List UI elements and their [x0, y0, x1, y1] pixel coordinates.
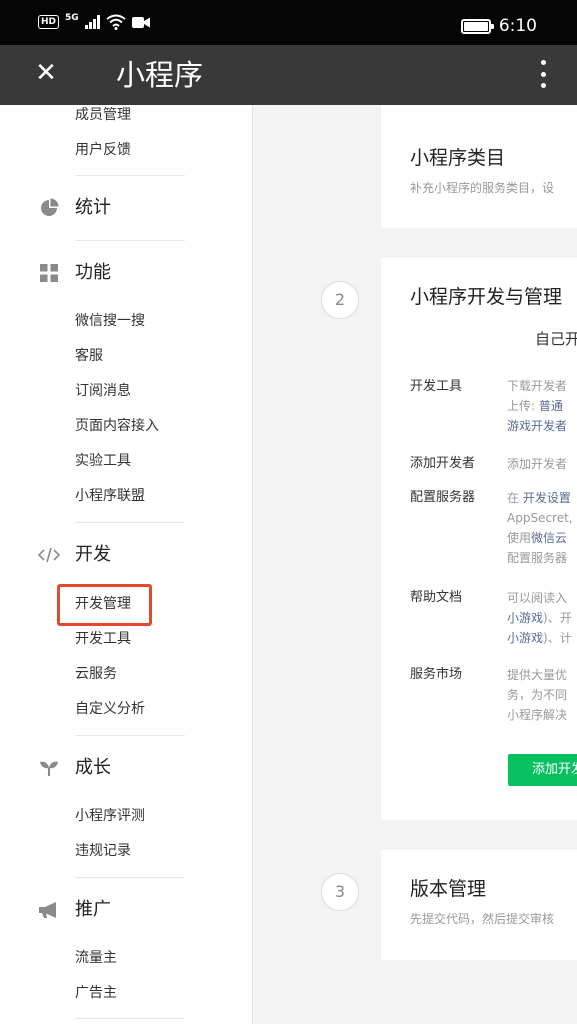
card-title: 版本管理 — [410, 878, 487, 900]
row-desc: 下载开发者 上传: 普通 游戏开发者 — [507, 378, 567, 434]
sidebar-item-dev-tools[interactable]: 开发工具 — [75, 629, 131, 649]
divider — [75, 175, 185, 176]
desc-line: 上传: 普通 — [507, 399, 563, 413]
desc-line: 小程序解决 — [507, 708, 568, 722]
step-badge: 3 — [321, 873, 359, 911]
signal-icon — [84, 15, 100, 29]
highlight-box — [57, 584, 152, 626]
divider — [75, 522, 185, 523]
row-desc: 提供大量优 务，为不同 小程序解决 — [507, 667, 567, 723]
desc-line: 下载开发者 — [507, 379, 568, 393]
sidebar-item-cloud-service[interactable]: 云服务 — [75, 664, 117, 684]
clock: 6:10 — [498, 16, 537, 36]
desc-line: AppSecret, — [507, 511, 573, 525]
row-desc: 在 开发设置 AppSecret, 使用微信云 配置服务器 — [507, 490, 573, 566]
link[interactable]: 小游戏 — [507, 611, 543, 625]
desc-line: 在 开发设置 — [507, 491, 571, 505]
more-options-button[interactable] — [533, 57, 553, 91]
add-developer-button[interactable]: 添加开发 — [508, 754, 577, 786]
wifi-icon — [106, 14, 126, 30]
status-right: 6:10 — [460, 16, 537, 36]
desc-line: 可以阅读入 — [507, 591, 568, 605]
tab-self-develop[interactable]: 自己开 — [535, 328, 577, 349]
code-icon — [38, 544, 60, 566]
sidebar-item-custom-analysis[interactable]: 自定义分析 — [75, 699, 145, 719]
dot-icon — [540, 71, 546, 77]
title-bar: ✕ 小程序 — [0, 45, 577, 105]
row-label: 开发工具 — [410, 379, 463, 394]
link[interactable]: 普通 — [539, 399, 563, 413]
desc-line: 游戏开发者 — [507, 418, 567, 434]
divider — [75, 240, 185, 241]
link[interactable]: 开发设置 — [523, 491, 571, 505]
section-label: 功能 — [75, 262, 111, 283]
status-bar: HD 5G 6:10 — [0, 0, 577, 45]
card-subtitle: 补充小程序的服务类目，设 — [410, 181, 555, 195]
row-label: 服务市场 — [410, 667, 463, 682]
row-desc: 可以阅读入 小游戏)、开 小游戏)、计 — [507, 590, 572, 646]
row-label: 添加开发者 — [410, 456, 476, 471]
sidebar-section-stats[interactable]: 统计 — [38, 196, 111, 220]
grid-icon — [38, 262, 60, 284]
sidebar-section-growth[interactable]: 成长 — [38, 756, 111, 780]
sidebar-item-page-content[interactable]: 页面内容接入 — [75, 416, 159, 436]
link[interactable]: 小游戏 — [507, 631, 543, 645]
sidebar-item-publisher[interactable]: 流量主 — [75, 948, 117, 968]
close-icon: ✕ — [35, 58, 57, 88]
desc-line: 提供大量优 — [507, 668, 568, 682]
megaphone-icon — [38, 899, 60, 921]
network-type: 5G — [65, 13, 79, 23]
dev-card: 小程序开发与管理 自己开 开发工具 下载开发者 上传: 普通 游戏开发者 添加开… — [381, 258, 577, 820]
sidebar-item-subscribe-messages[interactable]: 订阅消息 — [75, 381, 131, 401]
dot-icon — [540, 60, 546, 65]
section-label: 开发 — [75, 544, 111, 565]
row-label: 帮助文档 — [410, 590, 463, 605]
desc-line: 小游戏)、计 — [507, 631, 572, 645]
desc-line: 小游戏)、开 — [507, 611, 572, 625]
sidebar-item-alliance[interactable]: 小程序联盟 — [75, 486, 145, 506]
sidebar-item-experiment-tools[interactable]: 实验工具 — [75, 451, 131, 471]
desc-line: 务，为不同 — [507, 688, 568, 702]
sidebar-section-develop[interactable]: 开发 — [38, 543, 111, 567]
sidebar-item-violations[interactable]: 违规记录 — [75, 841, 131, 861]
close-button[interactable]: ✕ — [30, 57, 62, 89]
status-left: HD 5G — [38, 13, 150, 30]
sidebar-item-wechat-search[interactable]: 微信搜一搜 — [75, 311, 145, 331]
pie-chart-icon — [38, 197, 60, 219]
desc-line: 配置服务器 — [507, 551, 568, 565]
hd-badge: HD — [38, 15, 60, 29]
sidebar-section-features[interactable]: 功能 — [38, 261, 111, 285]
sidebar-item-evaluation[interactable]: 小程序评测 — [75, 806, 145, 826]
sidebar-item-customer-service[interactable]: 客服 — [75, 346, 103, 366]
card-title: 小程序开发与管理 — [410, 286, 563, 308]
version-card: 版本管理 先提交代码，然后提交审核 — [381, 850, 577, 960]
section-label: 成长 — [75, 757, 111, 778]
sprout-icon — [38, 757, 60, 779]
video-camera-icon — [131, 16, 150, 28]
sidebar-item-members[interactable]: 成员管理 — [75, 105, 131, 125]
battery-icon — [460, 18, 494, 34]
row-label: 配置服务器 — [410, 490, 476, 505]
category-card: 小程序类目 补充小程序的服务类目，设 — [381, 105, 577, 228]
divider — [75, 735, 185, 736]
desc-line: 添加开发者 — [507, 457, 568, 471]
sidebar-item-advertiser[interactable]: 广告主 — [75, 983, 117, 1003]
page-title: 小程序 — [116, 58, 204, 92]
link[interactable]: 微信云 — [531, 531, 567, 545]
section-label: 推广 — [75, 899, 111, 920]
main-content: 小程序类目 补充小程序的服务类目，设 2 小程序开发与管理 自己开 开发工具 下… — [253, 105, 577, 1024]
card-title: 小程序类目 — [410, 147, 506, 169]
sidebar-section-promotion[interactable]: 推广 — [38, 898, 111, 922]
row-desc: 添加开发者 — [507, 456, 567, 472]
dot-icon — [540, 83, 546, 88]
card-subtitle: 先提交代码，然后提交审核 — [410, 912, 555, 926]
link[interactable]: 游戏开发者 — [507, 419, 567, 433]
sidebar-item-feedback[interactable]: 用户反馈 — [75, 140, 131, 160]
section-label: 统计 — [75, 197, 111, 218]
step-badge: 2 — [321, 281, 359, 319]
divider — [75, 1018, 185, 1019]
sidebar: 成员管理 用户反馈 统计 功能 微信搜一搜 客服 订阅消息 页面内容接入 实验工… — [0, 105, 253, 1024]
divider — [75, 877, 185, 878]
desc-line: 使用微信云 — [507, 531, 568, 545]
